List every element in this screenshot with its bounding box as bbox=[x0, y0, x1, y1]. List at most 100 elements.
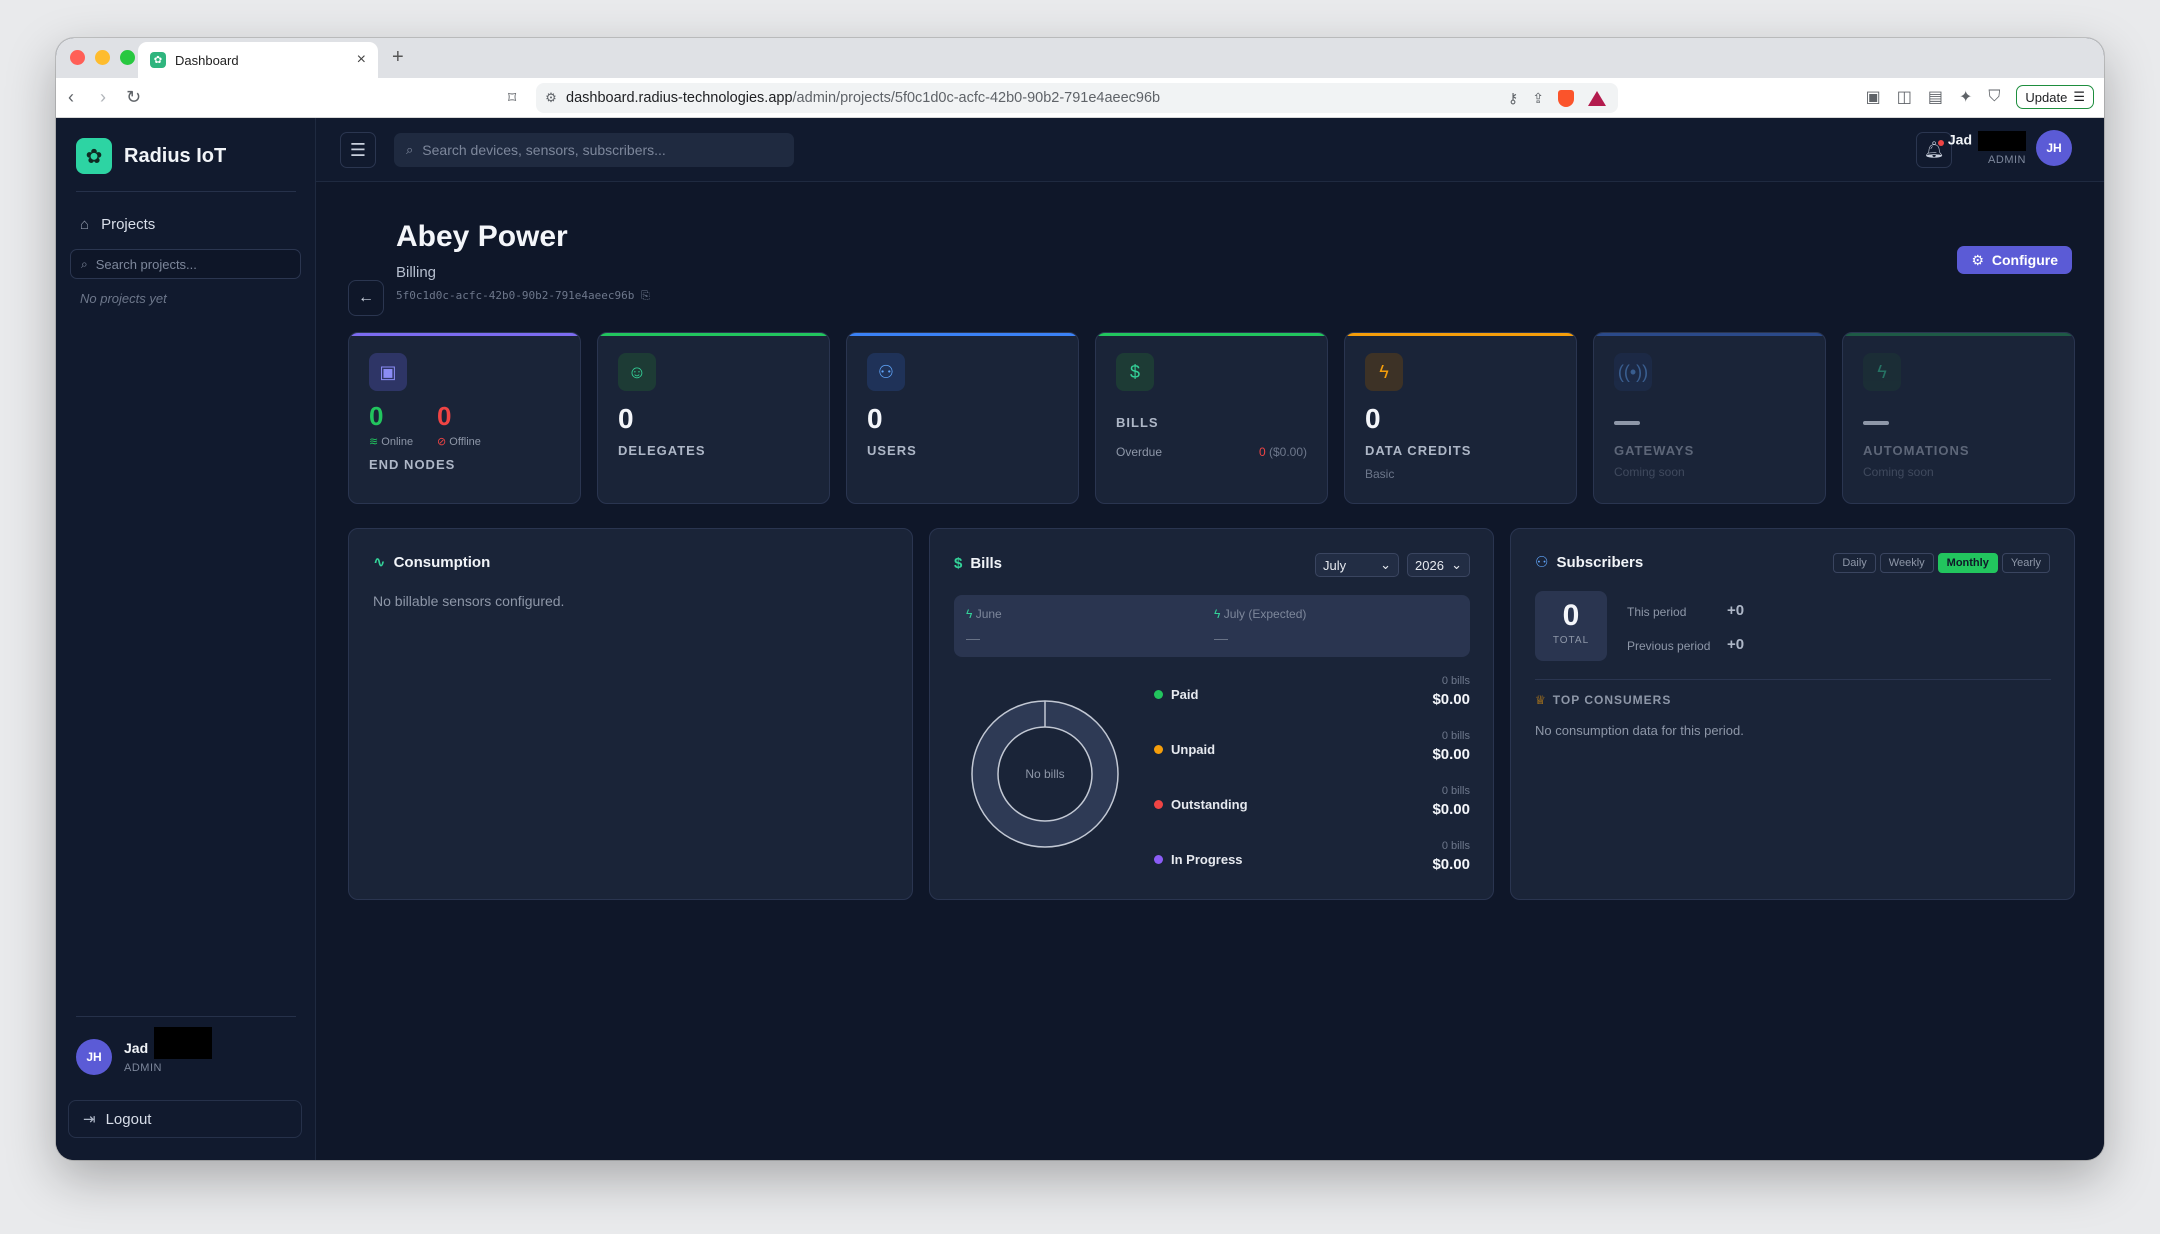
url-host: dashboard.radius-technologies.app bbox=[566, 90, 793, 106]
users-icon: ⚇ bbox=[1535, 554, 1549, 571]
bills-legend-row: Unpaid 0 bills $0.00 bbox=[1154, 730, 1470, 770]
stat-cards: ▣ 0 0 ≋ Online ⊘ Offline END NODES ☺ 0 D… bbox=[348, 332, 2075, 504]
online-label: Online bbox=[381, 436, 414, 448]
dollar-icon: $ bbox=[954, 555, 963, 572]
data-credits-card[interactable]: ϟ 0 DATA CREDITS Basic bbox=[1344, 332, 1577, 504]
expected-period-value: — bbox=[1214, 630, 1228, 646]
card-accent bbox=[847, 333, 1078, 336]
prev-period-label: June bbox=[975, 607, 1002, 621]
this-period-value: +0 bbox=[1727, 602, 1745, 619]
previous-period-value: +0 bbox=[1727, 636, 1745, 653]
reader-icon[interactable]: ▣ bbox=[1866, 87, 1881, 107]
legend-name: In Progress bbox=[1154, 852, 1243, 867]
avatar: JH bbox=[2036, 130, 2072, 166]
browser-tabbar: ✿ Dashboard × + bbox=[56, 38, 2104, 78]
donut-empty-label: No bills bbox=[1025, 767, 1065, 781]
logout-button[interactable]: ⇥ Logout bbox=[68, 1100, 302, 1138]
user-role: ADMIN bbox=[124, 1061, 162, 1074]
project-id: 5f0c1d0c-acfc-42b0-90b2-791e4aeec96b ⎘ bbox=[396, 289, 650, 303]
menu-toggle-button[interactable]: ☰ bbox=[340, 132, 376, 168]
global-search-input[interactable] bbox=[422, 142, 763, 158]
legend-name: Outstanding bbox=[1154, 797, 1248, 812]
wifi-off-icon: ⊘ bbox=[437, 436, 447, 448]
configure-button[interactable]: ⚙ Configure bbox=[1957, 246, 2072, 274]
bills-panel: $ Bills July ⌄ 2026 ⌄ ϟ June — ϟ July (Expec… bbox=[929, 528, 1494, 900]
year-select[interactable]: 2026 ⌄ bbox=[1407, 553, 1470, 577]
project-search: ⌕ bbox=[70, 249, 301, 279]
sidebar-toggle-icon[interactable]: ◫ bbox=[1897, 87, 1912, 107]
bookmark-icon[interactable]: ⌑ bbox=[508, 88, 516, 108]
lightning-icon: ϟ bbox=[1863, 353, 1901, 391]
consumption-panel: ∿ Consumption No billable sensors configu… bbox=[348, 528, 913, 900]
month-select[interactable]: July ⌄ bbox=[1315, 553, 1399, 577]
users-card[interactable]: ⚇ 0 USERS bbox=[846, 332, 1079, 504]
sidebar-item-projects[interactable]: ⌂ Projects bbox=[80, 216, 155, 233]
main-content: ← Abey Power Billing 5f0c1d0c-acfc-42b0-… bbox=[316, 182, 2104, 1160]
sidebar-divider bbox=[76, 191, 296, 192]
global-search: ⌕ bbox=[394, 133, 794, 167]
chevron-down-icon: ⌄ bbox=[1380, 557, 1391, 572]
users-icon: ⚇ bbox=[867, 353, 905, 391]
panel-title: Bills bbox=[970, 555, 1003, 572]
update-button[interactable]: Update ☰ bbox=[2016, 85, 2094, 109]
sidebar-user[interactable]: JH Jad ADMIN bbox=[76, 1026, 213, 1075]
legend-name: Unpaid bbox=[1154, 742, 1215, 757]
back-arrow-icon[interactable]: ‹ bbox=[68, 87, 74, 108]
redacted-block bbox=[154, 1026, 213, 1059]
chevron-down-icon: ⌄ bbox=[1451, 557, 1462, 572]
brand[interactable]: ✿ Radius IoT bbox=[76, 138, 226, 174]
period-option-yearly[interactable]: Yearly bbox=[2001, 553, 2050, 573]
close-tab-icon[interactable]: × bbox=[357, 51, 366, 69]
legend-count: 0 bills bbox=[1441, 785, 1470, 797]
minimize-window-button[interactable] bbox=[95, 50, 110, 65]
offline-label: Offline bbox=[449, 436, 481, 448]
bills-card[interactable]: $ BILLS Overdue 0 ($0.00) bbox=[1095, 332, 1328, 504]
period-option-monthly[interactable]: Monthly bbox=[1937, 553, 1998, 573]
page-subtitle: Billing bbox=[396, 264, 437, 281]
wallet-icon[interactable]: ▤ bbox=[1928, 87, 1943, 107]
browser-tab[interactable]: ✿ Dashboard × bbox=[138, 42, 378, 78]
sidebar-divider bbox=[76, 1016, 296, 1017]
site-info-icon[interactable]: ⚙ bbox=[536, 90, 566, 106]
leo-icon[interactable]: ✦ bbox=[1959, 87, 1972, 107]
project-search-input[interactable] bbox=[95, 256, 286, 272]
close-window-button[interactable] bbox=[70, 50, 85, 65]
expected-period-label: July (Expected) bbox=[1223, 607, 1307, 621]
card-accent bbox=[1096, 333, 1327, 336]
vpn-icon[interactable]: ⛉ bbox=[1988, 88, 2000, 106]
lightning-icon: ϟ bbox=[1365, 353, 1403, 391]
legend-label: Outstanding bbox=[1171, 797, 1248, 812]
prev-period-value: — bbox=[966, 630, 980, 646]
card-label: DATA CREDITS bbox=[1365, 443, 1472, 458]
period-option-daily[interactable]: Daily bbox=[1833, 553, 1876, 573]
period-option-weekly[interactable]: Weekly bbox=[1879, 553, 1934, 573]
subscribers-panel: ⚇ Subscribers Daily Weekly Monthly Yearly 0 … bbox=[1510, 528, 2075, 900]
back-button[interactable]: ← bbox=[348, 280, 384, 316]
legend-dot bbox=[1154, 745, 1163, 754]
brave-rewards-icon[interactable] bbox=[1588, 90, 1606, 106]
notifications-button[interactable]: 🔔︎ bbox=[1916, 132, 1952, 168]
top-consumers-label: TOP CONSUMERS bbox=[1552, 693, 1672, 707]
card-accent bbox=[1345, 333, 1576, 336]
copy-icon[interactable]: ⎘ bbox=[641, 289, 650, 302]
total-label: TOTAL bbox=[1552, 635, 1590, 646]
window-controls bbox=[70, 50, 135, 65]
end-nodes-card[interactable]: ▣ 0 0 ≋ Online ⊘ Offline END NODES bbox=[348, 332, 581, 504]
delegates-card[interactable]: ☺ 0 DELEGATES bbox=[597, 332, 830, 504]
maximize-window-button[interactable] bbox=[120, 50, 135, 65]
top-user-menu[interactable]: Jad ADMIN JH bbox=[1948, 130, 2072, 166]
key-icon[interactable]: ⚷ bbox=[1508, 90, 1518, 107]
legend-dot bbox=[1154, 800, 1163, 809]
empty-state-text: No billable sensors configured. bbox=[373, 593, 565, 609]
empty-value-dash bbox=[1614, 421, 1640, 425]
new-tab-icon[interactable]: + bbox=[392, 46, 404, 69]
address-bar[interactable]: ⚙ dashboard.radius-technologies.app/admi… bbox=[536, 83, 1618, 113]
brave-shield-icon[interactable] bbox=[1558, 89, 1574, 107]
sidebar-item-label: Projects bbox=[101, 216, 156, 233]
reload-icon[interactable]: ↻ bbox=[126, 87, 141, 108]
chip-icon: ▣ bbox=[369, 353, 407, 391]
lightning-icon: ϟ bbox=[1214, 607, 1221, 621]
forward-arrow-icon[interactable]: › bbox=[100, 87, 106, 108]
share-icon[interactable]: ⇪ bbox=[1532, 90, 1544, 107]
page-title: Abey Power bbox=[396, 220, 568, 253]
